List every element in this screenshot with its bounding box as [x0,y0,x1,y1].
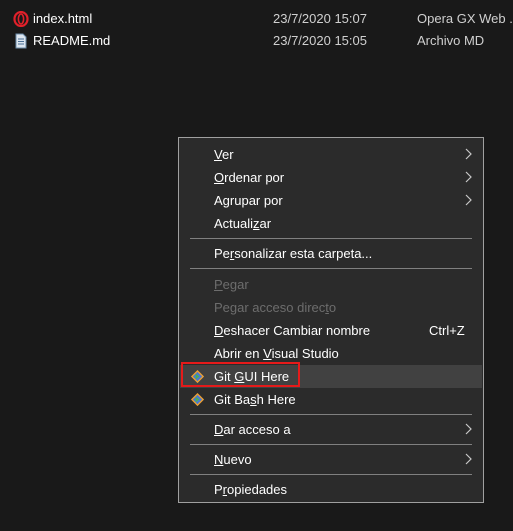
chevron-right-icon [465,171,472,183]
menu-item-label: Agrupar por [214,193,283,208]
file-date: 23/7/2020 15:05 [273,33,367,48]
menu-item-label: Ordenar por [214,170,285,185]
menu-item-dar-acceso[interactable]: Dar acceso a [180,418,482,441]
menu-item-personalizar-carpeta[interactable]: Personalizar esta carpeta... [180,242,482,265]
menu-separator [190,238,472,239]
menu-item-label: Propiedades [214,482,288,497]
chevron-right-icon [465,148,472,160]
menu-separator [190,414,472,415]
menu-item-label: Pegar [214,277,249,292]
menu-separator [190,474,472,475]
file-date: 23/7/2020 15:07 [273,11,367,26]
menu-item-label: Dar acceso a [214,422,291,437]
git-icon [190,392,205,407]
menu-item-pegar-acceso-directo[interactable]: Pegar acceso directo [180,296,482,319]
file-name: index.html [33,11,93,26]
file-type: Archivo MD [417,33,485,48]
menu-separator [190,444,472,445]
menu-item-shortcut: Ctrl+Z [429,323,465,338]
menu-item-actualizar[interactable]: Actualizar [180,212,482,235]
menu-item-ordenar-por[interactable]: Ordenar por [180,166,482,189]
menu-item-label: Pegar acceso directo [214,300,337,315]
file-name: README.md [33,33,111,48]
menu-item-propiedades[interactable]: Propiedades [180,478,482,501]
opera-icon [13,11,29,27]
menu-separator [190,268,472,269]
menu-item-label: Ver [214,147,234,162]
menu-item-ver[interactable]: Ver [180,143,482,166]
text-file-icon [15,33,27,49]
menu-item-label: Personalizar esta carpeta... [214,246,373,261]
menu-item-git-bash-here[interactable]: Git Bash Here [180,388,482,411]
file-row-index-html[interactable]: index.html 23/7/2020 15:07 Opera GX Web … [0,8,513,30]
chevron-right-icon [465,423,472,435]
file-row-readme-md[interactable]: README.md 23/7/2020 15:05 Archivo MD [0,30,513,52]
highlight-box [181,362,300,387]
menu-item-label: Deshacer Cambiar nombre [214,323,371,338]
menu-item-label: Actualizar [214,216,272,231]
menu-item-pegar[interactable]: Pegar [180,273,482,296]
menu-item-label: Git Bash Here [214,392,296,407]
menu-item-deshacer[interactable]: Deshacer Cambiar nombre Ctrl+Z [180,319,482,342]
file-type: Opera GX Web ... [417,11,513,26]
menu-item-label: Nuevo [214,452,252,467]
chevron-right-icon [465,453,472,465]
file-list: index.html 23/7/2020 15:07 Opera GX Web … [0,8,513,52]
chevron-right-icon [465,194,472,206]
menu-item-nuevo[interactable]: Nuevo [180,448,482,471]
menu-item-agrupar-por[interactable]: Agrupar por [180,189,482,212]
menu-item-label: Abrir en Visual Studio [214,346,339,361]
context-menu: Ver Ordenar por Agrupar por Actualizar P… [178,137,484,503]
